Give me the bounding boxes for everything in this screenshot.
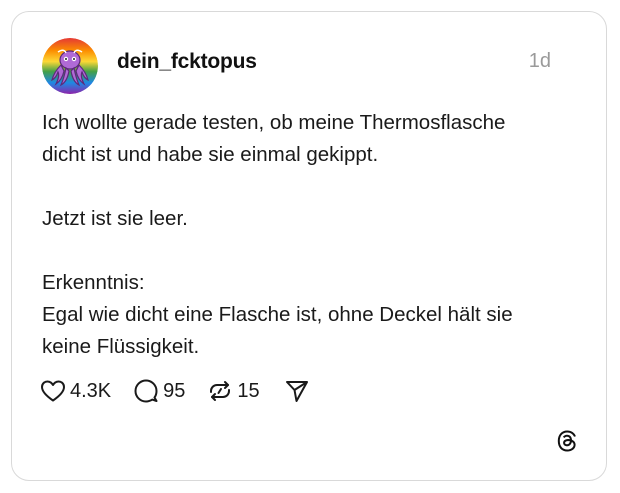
- post-card: dein_fcktopus 1d Ich wollte gerade teste…: [11, 11, 607, 481]
- post-text-line: Egal wie dicht eine Flasche ist, ohne De…: [42, 303, 513, 326]
- username[interactable]: dein_fcktopus: [117, 50, 257, 74]
- post-text-line: dicht ist und habe sie einmal gekippt.: [42, 143, 379, 166]
- post-paragraph: Ich wollte gerade testen, ob meine Therm…: [42, 107, 582, 171]
- reply-button[interactable]: 95: [133, 378, 185, 404]
- repost-icon: [210, 381, 231, 401]
- post-timestamp: 1d: [528, 50, 551, 72]
- post-paragraph: Erkenntnis: Egal wie dicht eine Flasche …: [42, 267, 582, 363]
- threads-logo-icon: [554, 428, 580, 454]
- send-icon: [285, 381, 308, 402]
- post-text-line: Erkenntnis:: [42, 271, 145, 294]
- post-text-line: Ich wollte gerade testen, ob meine Therm…: [42, 111, 506, 134]
- post-body: Ich wollte gerade testen, ob meine Therm…: [42, 107, 582, 363]
- like-count: 4.3K: [70, 379, 112, 402]
- post-text-line: Jetzt ist sie leer.: [42, 207, 188, 230]
- octopus-avatar-icon: [42, 38, 98, 94]
- heart-icon: [41, 380, 65, 402]
- repost-button[interactable]: 15: [207, 378, 260, 404]
- reply-count: 95: [163, 379, 186, 402]
- comment-icon: [134, 379, 158, 403]
- post-paragraph: Jetzt ist sie leer.: [42, 203, 582, 235]
- avatar[interactable]: [42, 38, 98, 94]
- share-button[interactable]: [284, 378, 310, 404]
- post-text-line: keine Flüssigkeit.: [42, 335, 200, 358]
- like-button[interactable]: 4.3K: [40, 379, 111, 403]
- post-actions: 4.3K 95 15: [40, 376, 310, 406]
- repost-count: 15: [237, 379, 260, 402]
